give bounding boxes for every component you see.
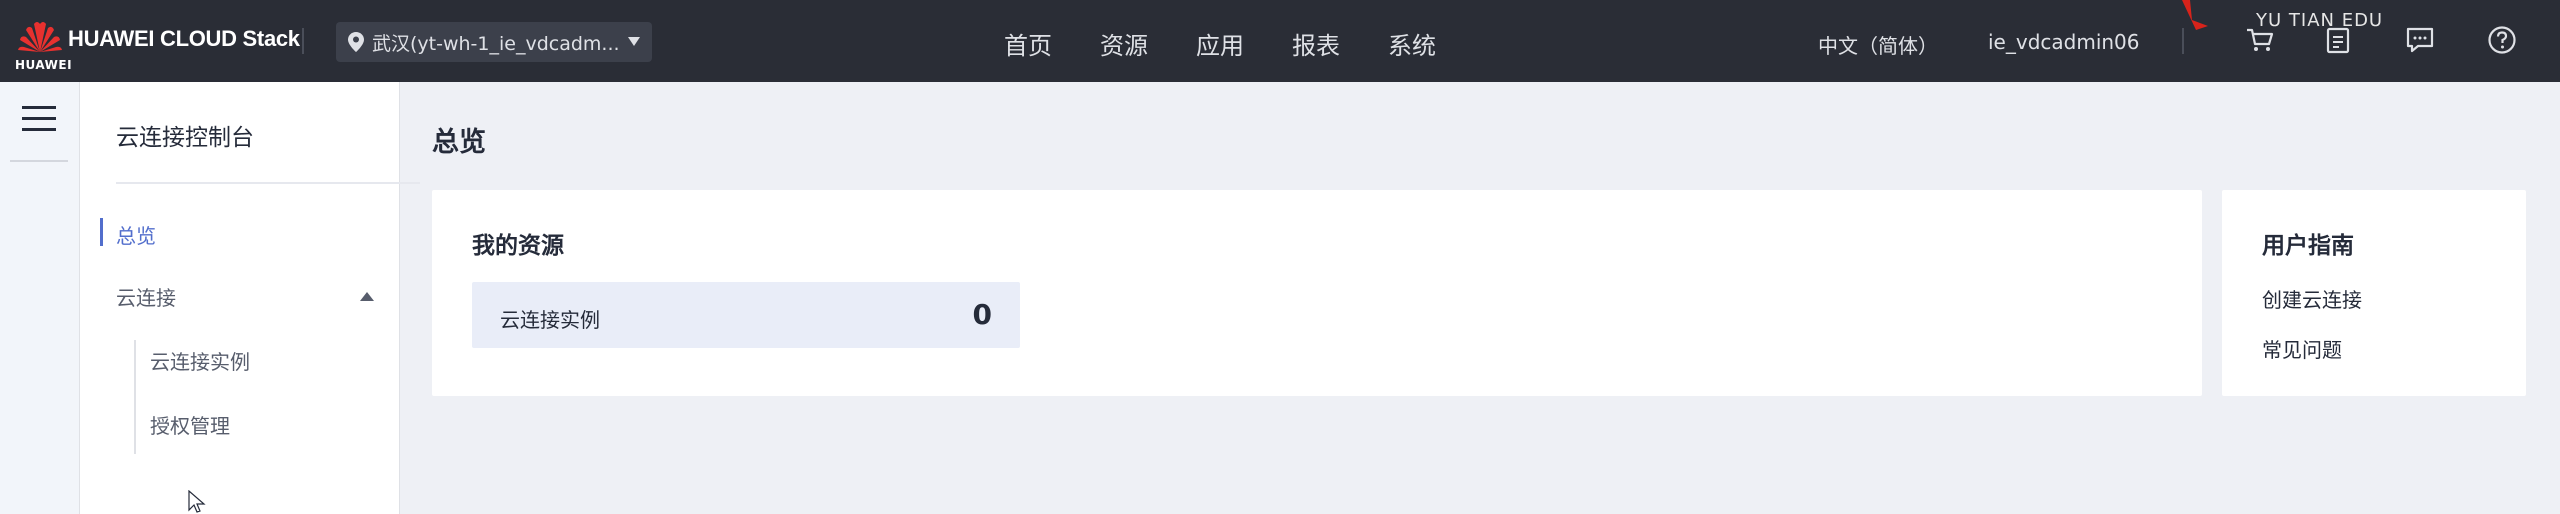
clipboard-icon[interactable]: [2322, 24, 2354, 56]
divider: [116, 182, 420, 184]
region-selector[interactable]: 武汉(yt-wh-1_ie_vdcadm...: [336, 22, 652, 62]
chevron-down-icon: [628, 37, 640, 46]
brand-name[interactable]: HUAWEI CLOUD Stack: [68, 26, 300, 52]
user-guide-card: 用户指南 创建云连接 常见问题: [2222, 190, 2526, 396]
cursor-pointer-icon: [2182, 0, 2208, 30]
nav-item-applications[interactable]: 应用: [1196, 26, 1244, 61]
divider: [302, 28, 304, 54]
guide-link-create[interactable]: 创建云连接: [2262, 284, 2362, 313]
card-title: 我的资源: [472, 233, 564, 259]
main-nav: 首页 资源 应用 报表 系统: [1004, 26, 1484, 61]
card-title: 用户指南: [2262, 233, 2354, 259]
sidebar-item-overview[interactable]: 总览: [116, 220, 156, 249]
region-label: 武汉(yt-wh-1_ie_vdcadm...: [372, 32, 620, 55]
cart-icon[interactable]: [2244, 24, 2276, 56]
nav-item-system[interactable]: 系统: [1388, 26, 1436, 61]
nav-item-home[interactable]: 首页: [1004, 26, 1052, 61]
sidebar-item-instances[interactable]: 云连接实例: [150, 346, 250, 375]
resource-label: 云连接实例: [500, 308, 600, 332]
guide-link-faq[interactable]: 常见问题: [2262, 334, 2342, 363]
top-bar: HUAWEI HUAWEI CLOUD Stack 武汉(yt-wh-1_ie_…: [0, 0, 2560, 82]
sidebar-item-cloud-connect[interactable]: 云连接: [116, 282, 176, 311]
resource-item[interactable]: 云连接实例 0: [472, 282, 1020, 348]
sidebar: 云连接控制台 总览 云连接 云连接实例 授权管理: [80, 82, 420, 514]
mouse-cursor-icon: [188, 490, 206, 513]
icon-rail: [0, 82, 80, 514]
my-resources-card: 我的资源 云连接实例 0: [432, 190, 2202, 396]
divider: [10, 160, 68, 162]
nav-item-resources[interactable]: 资源: [1100, 26, 1148, 61]
active-indicator: [100, 218, 103, 246]
chevron-up-icon[interactable]: [360, 292, 374, 301]
sidebar-item-authorization[interactable]: 授权管理: [150, 410, 230, 439]
submenu-guide-line: [134, 340, 136, 454]
sidebar-title: 云连接控制台: [116, 125, 254, 151]
logo-text: HUAWEI: [15, 58, 73, 72]
location-pin-icon: [348, 32, 364, 52]
message-icon[interactable]: [2404, 24, 2436, 56]
user-menu[interactable]: ie_vdcadmin06: [1988, 30, 2140, 54]
resource-count: 0: [972, 298, 992, 331]
nav-item-reports[interactable]: 报表: [1292, 26, 1340, 61]
menu-icon[interactable]: [22, 104, 56, 134]
language-switcher[interactable]: 中文（简体）: [1818, 30, 1938, 59]
page-title: 总览: [432, 127, 486, 158]
help-icon[interactable]: [2486, 24, 2518, 56]
